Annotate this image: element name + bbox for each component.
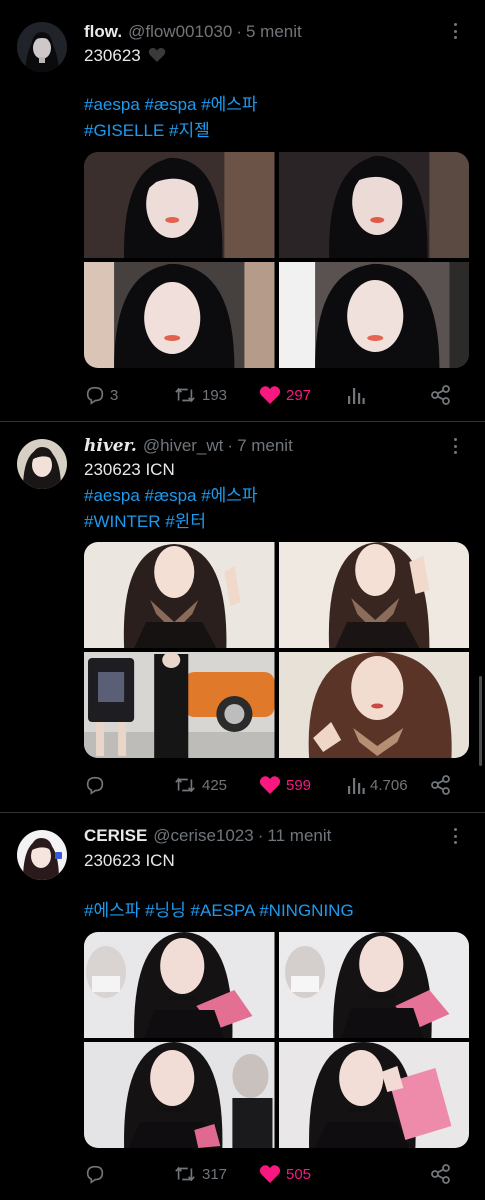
reply-icon	[86, 386, 104, 405]
display-name[interactable]: flow.	[84, 22, 122, 42]
views-button[interactable]	[346, 380, 366, 410]
media-grid[interactable]	[84, 152, 469, 368]
media-grid[interactable]	[84, 932, 469, 1148]
heart-filled-icon	[259, 776, 281, 794]
retweet-count: 425	[202, 776, 228, 794]
share-button[interactable]	[430, 380, 452, 410]
media-photo[interactable]	[84, 542, 275, 648]
tweet-date: 230623 ICN	[84, 851, 175, 870]
avatar-image	[17, 22, 67, 72]
tweet-text-line: 230623	[84, 43, 166, 69]
views-count: 4.706	[370, 776, 408, 794]
like-count: 505	[286, 1165, 312, 1183]
heart-filled-icon	[259, 1165, 281, 1183]
avatar-image	[17, 830, 67, 880]
retweet-button[interactable]: 425	[172, 770, 227, 800]
media-photo[interactable]	[278, 152, 469, 258]
heart-filled-icon	[259, 386, 281, 404]
separator-dot: ·	[236, 22, 242, 41]
timestamp[interactable]: 7 menit	[237, 436, 293, 456]
reply-button[interactable]	[84, 1159, 106, 1189]
retweet-button[interactable]: 193	[172, 380, 227, 410]
hashtag-line[interactable]: #WINTER #윈터	[84, 509, 206, 535]
timestamp[interactable]: 5 menit	[246, 22, 302, 42]
views-icon	[348, 388, 365, 404]
hashtag-line[interactable]: #aespa #æspa #에스파	[84, 92, 258, 118]
scrollbar-thumb[interactable]	[479, 676, 482, 766]
username[interactable]: @hiver_wt	[143, 436, 224, 456]
like-button[interactable]: 599	[258, 770, 311, 800]
black-heart-icon	[149, 48, 166, 62]
tweet-date: 230623	[84, 46, 141, 65]
tweet[interactable]: flow. @flow001030 · 5 menit 230623 #aesp…	[0, 0, 485, 420]
tweet-actions: 317 505	[84, 1159, 469, 1189]
views-icon	[348, 778, 365, 794]
retweet-icon	[175, 1166, 195, 1182]
avatar[interactable]	[17, 830, 67, 880]
display-name[interactable]: CERISE	[84, 826, 147, 846]
username[interactable]: @flow001030	[128, 22, 232, 42]
retweet-count: 317	[202, 1165, 228, 1183]
hashtag-line[interactable]: #GISELLE #지젤	[84, 118, 210, 144]
share-button[interactable]	[430, 1159, 452, 1189]
tweet-actions: 3 193 297	[84, 380, 469, 410]
reply-icon	[86, 1165, 104, 1184]
media-grid[interactable]	[84, 542, 469, 758]
retweet-icon	[175, 387, 195, 403]
tweet[interactable]: CERISE @cerise1023 · 11 menit 230623 ICN…	[0, 813, 485, 1200]
reply-button[interactable]	[84, 770, 106, 800]
like-button[interactable]: 297	[258, 380, 311, 410]
display-name[interactable]: hiver.	[84, 436, 137, 456]
share-icon	[431, 1164, 450, 1184]
views-button[interactable]: 4.706	[346, 770, 408, 800]
share-icon	[431, 385, 450, 405]
like-count: 599	[286, 776, 312, 794]
media-photo[interactable]	[84, 1042, 275, 1148]
avatar[interactable]	[17, 22, 67, 72]
media-photo[interactable]	[278, 1042, 469, 1148]
share-icon	[431, 775, 450, 795]
retweet-count: 193	[202, 386, 228, 404]
media-photo[interactable]	[84, 262, 275, 368]
retweet-icon	[175, 777, 195, 793]
retweet-button[interactable]: 317	[172, 1159, 227, 1189]
reply-button[interactable]: 3	[84, 380, 118, 410]
hashtag-line[interactable]: #aespa #æspa #에스파	[84, 483, 258, 509]
more-icon[interactable]	[447, 826, 463, 846]
share-button[interactable]	[430, 770, 452, 800]
reply-count: 3	[110, 386, 119, 404]
more-icon[interactable]	[447, 436, 463, 456]
tweet[interactable]: hiver. @hiver_wt · 7 menit 230623 ICN #a…	[0, 422, 485, 812]
like-count: 297	[286, 386, 312, 404]
reply-icon	[86, 776, 104, 795]
media-photo[interactable]	[84, 652, 275, 758]
avatar[interactable]	[17, 439, 67, 489]
more-icon[interactable]	[447, 21, 463, 41]
media-photo[interactable]	[84, 932, 275, 1038]
media-photo[interactable]	[278, 262, 469, 368]
tweet-date: 230623 ICN	[84, 460, 175, 479]
separator-dot: ·	[227, 436, 234, 455]
like-button[interactable]: 505	[258, 1159, 311, 1189]
tweet-actions: 425 599 4.706	[84, 770, 469, 800]
avatar-image	[17, 439, 67, 489]
username[interactable]: @cerise1023	[153, 826, 253, 846]
media-photo[interactable]	[278, 542, 469, 648]
timestamp[interactable]: 11 menit	[267, 826, 331, 846]
media-photo[interactable]	[278, 932, 469, 1038]
media-photo[interactable]	[278, 652, 469, 758]
separator-dot: ·	[257, 826, 264, 845]
hashtag-line[interactable]: #에스파 #닝닝 #AESPA #NINGNING	[84, 898, 354, 924]
media-photo[interactable]	[84, 152, 275, 258]
